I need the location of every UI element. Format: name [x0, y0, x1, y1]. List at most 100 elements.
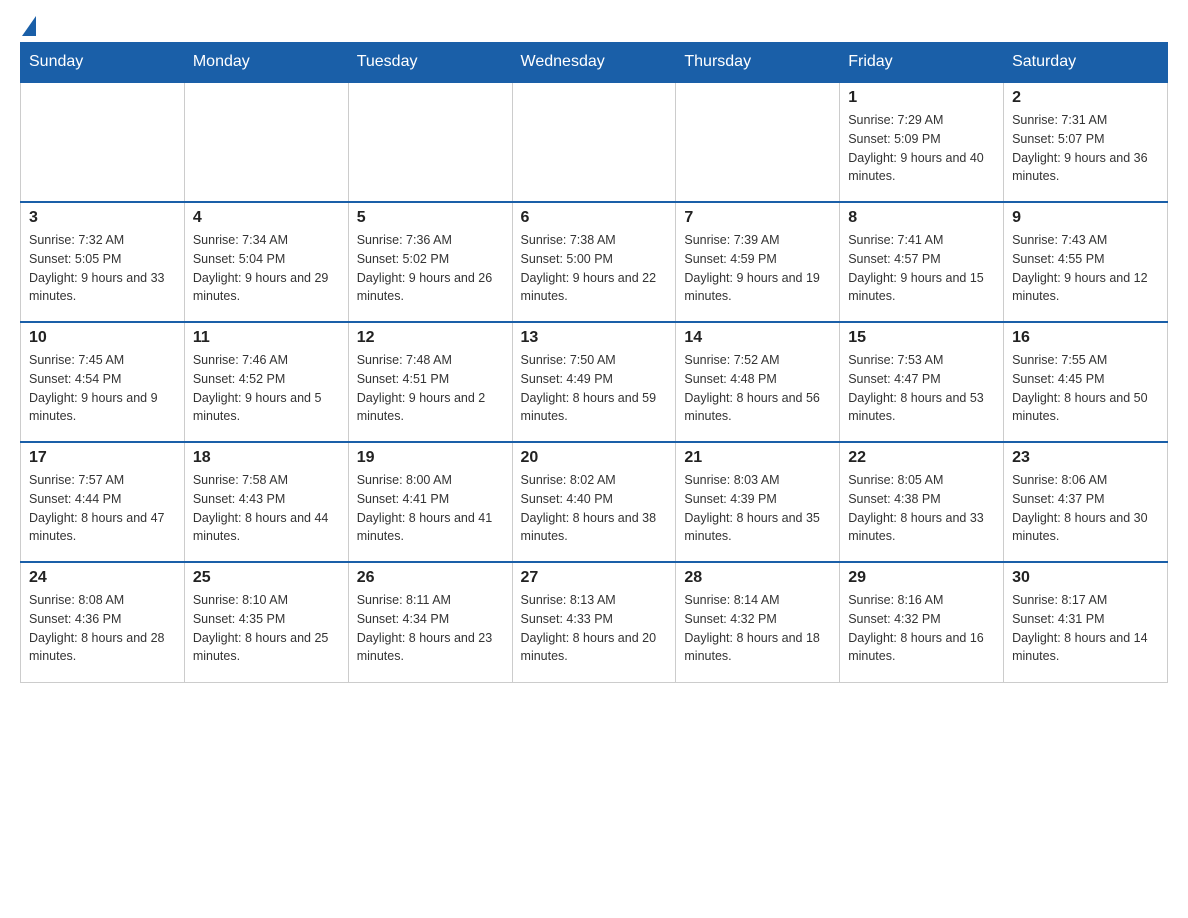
- calendar-cell: [512, 82, 676, 202]
- day-number: 22: [848, 449, 995, 467]
- calendar-cell: 30 Sunrise: 8:17 AMSunset: 4:31 PMDayligh…: [1004, 562, 1168, 682]
- calendar-cell: [21, 82, 185, 202]
- day-info: Sunrise: 8:00 AMSunset: 4:41 PMDaylight:…: [357, 471, 504, 546]
- day-number: 14: [684, 329, 831, 347]
- weekday-header-friday: Friday: [840, 43, 1004, 83]
- day-number: 10: [29, 329, 176, 347]
- calendar-cell: 17 Sunrise: 7:57 AMSunset: 4:44 PMDayligh…: [21, 442, 185, 562]
- day-number: 1: [848, 89, 995, 107]
- weekday-header-wednesday: Wednesday: [512, 43, 676, 83]
- calendar-cell: [676, 82, 840, 202]
- calendar-cell: 1Sunrise: 7:29 AMSunset: 5:09 PMDaylight…: [840, 82, 1004, 202]
- day-info: Sunrise: 8:05 AMSunset: 4:38 PMDaylight:…: [848, 471, 995, 546]
- day-number: 2: [1012, 89, 1159, 107]
- day-number: 21: [684, 449, 831, 467]
- weekday-header-monday: Monday: [184, 43, 348, 83]
- calendar-cell: 25 Sunrise: 8:10 AMSunset: 4:35 PMDayligh…: [184, 562, 348, 682]
- calendar-cell: [348, 82, 512, 202]
- day-info: Sunrise: 7:57 AMSunset: 4:44 PMDaylight:…: [29, 471, 176, 546]
- calendar-week-2: 3 Sunrise: 7:32 AMSunset: 5:05 PMDaylight…: [21, 202, 1168, 322]
- calendar-cell: 3 Sunrise: 7:32 AMSunset: 5:05 PMDaylight…: [21, 202, 185, 322]
- calendar-cell: 28 Sunrise: 8:14 AMSunset: 4:32 PMDayligh…: [676, 562, 840, 682]
- day-info: Sunrise: 8:06 AMSunset: 4:37 PMDaylight:…: [1012, 471, 1159, 546]
- day-info: Sunrise: 7:48 AMSunset: 4:51 PMDaylight:…: [357, 351, 504, 426]
- day-info: Sunrise: 8:11 AMSunset: 4:34 PMDaylight:…: [357, 591, 504, 666]
- calendar-cell: 19 Sunrise: 8:00 AMSunset: 4:41 PMDayligh…: [348, 442, 512, 562]
- calendar-cell: 14 Sunrise: 7:52 AMSunset: 4:48 PMDayligh…: [676, 322, 840, 442]
- day-number: 13: [521, 329, 668, 347]
- calendar-cell: 13 Sunrise: 7:50 AMSunset: 4:49 PMDayligh…: [512, 322, 676, 442]
- day-info: Sunrise: 7:58 AMSunset: 4:43 PMDaylight:…: [193, 471, 340, 546]
- day-info: Sunrise: 7:39 AMSunset: 4:59 PMDaylight:…: [684, 231, 831, 306]
- calendar-cell: 24 Sunrise: 8:08 AMSunset: 4:36 PMDayligh…: [21, 562, 185, 682]
- calendar-week-1: 1Sunrise: 7:29 AMSunset: 5:09 PMDaylight…: [21, 82, 1168, 202]
- day-number: 17: [29, 449, 176, 467]
- day-info: Sunrise: 7:53 AMSunset: 4:47 PMDaylight:…: [848, 351, 995, 426]
- day-info: Sunrise: 7:38 AMSunset: 5:00 PMDaylight:…: [521, 231, 668, 306]
- calendar-cell: 7 Sunrise: 7:39 AMSunset: 4:59 PMDaylight…: [676, 202, 840, 322]
- day-number: 12: [357, 329, 504, 347]
- day-info: Sunrise: 8:03 AMSunset: 4:39 PMDaylight:…: [684, 471, 831, 546]
- day-number: 4: [193, 209, 340, 227]
- day-info: Sunrise: 8:10 AMSunset: 4:35 PMDaylight:…: [193, 591, 340, 666]
- day-info: Sunrise: 7:50 AMSunset: 4:49 PMDaylight:…: [521, 351, 668, 426]
- calendar-week-5: 24 Sunrise: 8:08 AMSunset: 4:36 PMDayligh…: [21, 562, 1168, 682]
- day-info: Sunrise: 7:41 AMSunset: 4:57 PMDaylight:…: [848, 231, 995, 306]
- day-info: Sunrise: 8:17 AMSunset: 4:31 PMDaylight:…: [1012, 591, 1159, 666]
- calendar-cell: 2 Sunrise: 7:31 AMSunset: 5:07 PMDaylight…: [1004, 82, 1168, 202]
- logo: [20, 20, 36, 32]
- day-number: 15: [848, 329, 995, 347]
- calendar-cell: 10 Sunrise: 7:45 AMSunset: 4:54 PMDayligh…: [21, 322, 185, 442]
- day-number: 3: [29, 209, 176, 227]
- day-number: 16: [1012, 329, 1159, 347]
- day-info: Sunrise: 7:46 AMSunset: 4:52 PMDaylight:…: [193, 351, 340, 426]
- day-info: Sunrise: 8:16 AMSunset: 4:32 PMDaylight:…: [848, 591, 995, 666]
- calendar-week-4: 17 Sunrise: 7:57 AMSunset: 4:44 PMDayligh…: [21, 442, 1168, 562]
- day-info: Sunrise: 7:31 AMSunset: 5:07 PMDaylight:…: [1012, 111, 1159, 186]
- weekday-header-saturday: Saturday: [1004, 43, 1168, 83]
- day-number: 27: [521, 569, 668, 587]
- calendar-cell: 9Sunrise: 7:43 AMSunset: 4:55 PMDaylight…: [1004, 202, 1168, 322]
- calendar-cell: 12 Sunrise: 7:48 AMSunset: 4:51 PMDayligh…: [348, 322, 512, 442]
- calendar-cell: 27Sunrise: 8:13 AMSunset: 4:33 PMDayligh…: [512, 562, 676, 682]
- day-number: 6: [521, 209, 668, 227]
- day-number: 20: [521, 449, 668, 467]
- day-info: Sunrise: 8:14 AMSunset: 4:32 PMDaylight:…: [684, 591, 831, 666]
- day-number: 18: [193, 449, 340, 467]
- weekday-header-sunday: Sunday: [21, 43, 185, 83]
- day-info: Sunrise: 7:32 AMSunset: 5:05 PMDaylight:…: [29, 231, 176, 306]
- calendar-cell: [184, 82, 348, 202]
- calendar-cell: 18 Sunrise: 7:58 AMSunset: 4:43 PMDayligh…: [184, 442, 348, 562]
- day-number: 23: [1012, 449, 1159, 467]
- calendar-cell: 26Sunrise: 8:11 AMSunset: 4:34 PMDayligh…: [348, 562, 512, 682]
- day-info: Sunrise: 7:55 AMSunset: 4:45 PMDaylight:…: [1012, 351, 1159, 426]
- calendar-cell: 6 Sunrise: 7:38 AMSunset: 5:00 PMDaylight…: [512, 202, 676, 322]
- day-number: 25: [193, 569, 340, 587]
- calendar-cell: 21 Sunrise: 8:03 AMSunset: 4:39 PMDayligh…: [676, 442, 840, 562]
- calendar-cell: 22 Sunrise: 8:05 AMSunset: 4:38 PMDayligh…: [840, 442, 1004, 562]
- day-info: Sunrise: 8:02 AMSunset: 4:40 PMDaylight:…: [521, 471, 668, 546]
- day-info: Sunrise: 7:43 AMSunset: 4:55 PMDaylight:…: [1012, 231, 1159, 306]
- calendar-cell: 23 Sunrise: 8:06 AMSunset: 4:37 PMDayligh…: [1004, 442, 1168, 562]
- day-number: 19: [357, 449, 504, 467]
- day-info: Sunrise: 7:45 AMSunset: 4:54 PMDaylight:…: [29, 351, 176, 426]
- day-info: Sunrise: 7:36 AMSunset: 5:02 PMDaylight:…: [357, 231, 504, 306]
- calendar-week-3: 10 Sunrise: 7:45 AMSunset: 4:54 PMDayligh…: [21, 322, 1168, 442]
- calendar-cell: 20 Sunrise: 8:02 AMSunset: 4:40 PMDayligh…: [512, 442, 676, 562]
- day-number: 29: [848, 569, 995, 587]
- day-number: 24: [29, 569, 176, 587]
- calendar-cell: 4 Sunrise: 7:34 AMSunset: 5:04 PMDaylight…: [184, 202, 348, 322]
- day-number: 28: [684, 569, 831, 587]
- day-info: Sunrise: 8:08 AMSunset: 4:36 PMDaylight:…: [29, 591, 176, 666]
- day-number: 8: [848, 209, 995, 227]
- day-info: Sunrise: 7:52 AMSunset: 4:48 PMDaylight:…: [684, 351, 831, 426]
- page-header: [20, 20, 1168, 32]
- day-number: 11: [193, 329, 340, 347]
- day-info: Sunrise: 7:34 AMSunset: 5:04 PMDaylight:…: [193, 231, 340, 306]
- calendar-cell: 16 Sunrise: 7:55 AMSunset: 4:45 PMDayligh…: [1004, 322, 1168, 442]
- logo-triangle-icon: [22, 16, 36, 36]
- weekday-header-tuesday: Tuesday: [348, 43, 512, 83]
- day-number: 30: [1012, 569, 1159, 587]
- day-number: 5: [357, 209, 504, 227]
- day-number: 7: [684, 209, 831, 227]
